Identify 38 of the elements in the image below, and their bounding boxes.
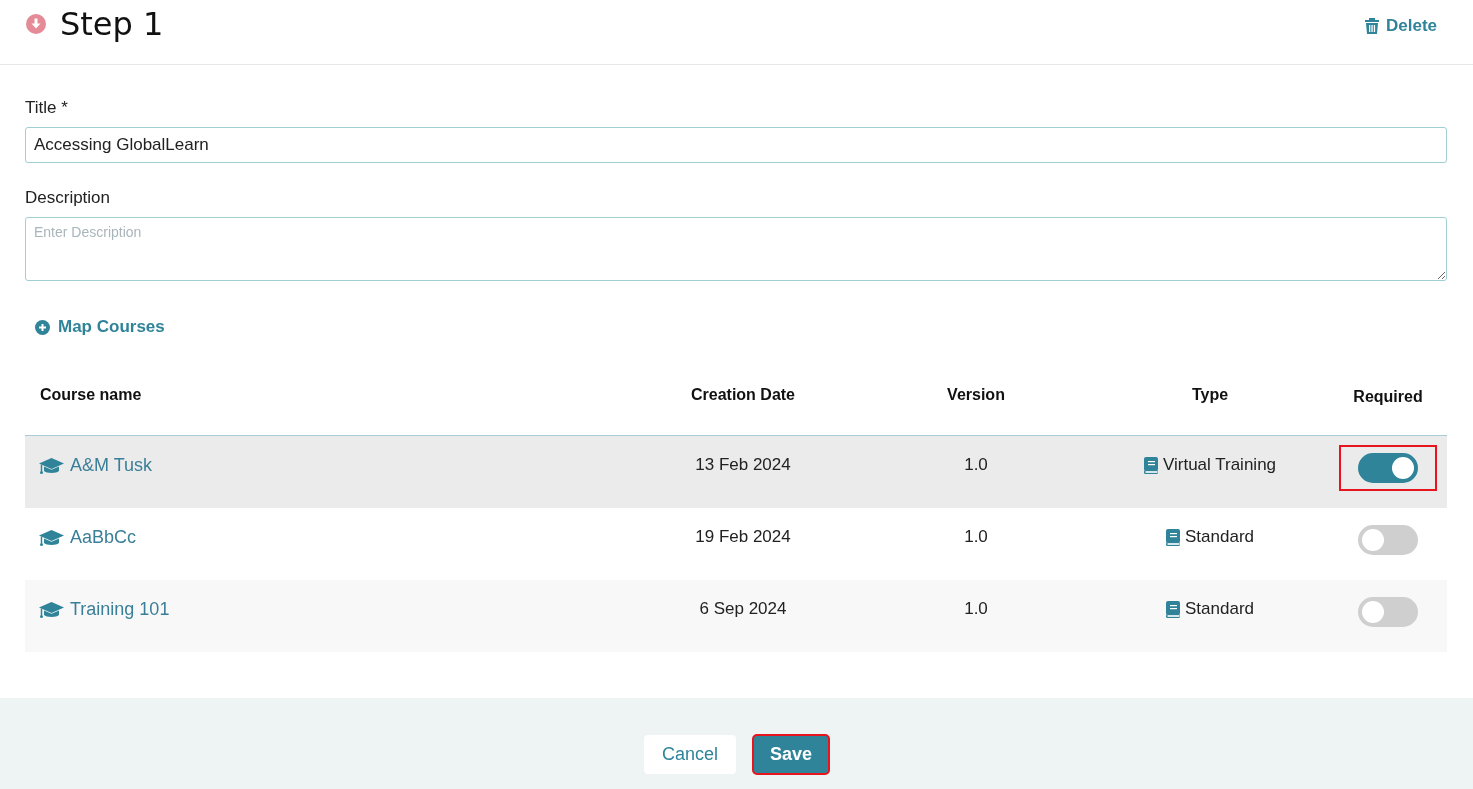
graduation-cap-icon: [39, 528, 64, 547]
collapse-icon: [26, 14, 46, 34]
map-courses-link[interactable]: Map Courses: [35, 317, 165, 337]
graduation-cap-icon: [39, 456, 64, 475]
title-field[interactable]: Accessing GlobalLearn: [25, 127, 1447, 163]
description-field[interactable]: Enter Description: [25, 217, 1447, 281]
book-icon: [1143, 456, 1158, 474]
field-label: Title *: [25, 98, 68, 118]
course-link[interactable]: Training 101: [39, 599, 170, 620]
column-header: Type: [1190, 385, 1230, 404]
table-cell-text: 19 Feb 2024: [694, 526, 792, 547]
required-toggle[interactable]: [1358, 597, 1418, 627]
table-cell-text: 1.0: [963, 598, 989, 619]
table-cell-text: 1.0: [963, 454, 989, 475]
course-link[interactable]: A&M Tusk: [39, 455, 153, 476]
table-cell-text: 1.0: [963, 526, 989, 547]
column-header: Version: [946, 385, 1006, 404]
column-header: Creation Date: [690, 385, 796, 404]
page-title: Step 1: [60, 8, 164, 40]
trash-icon: [1364, 18, 1379, 34]
book-icon: [1166, 600, 1180, 618]
type-label: Standard: [1185, 527, 1254, 547]
cancel-button[interactable]: Cancel: [643, 734, 736, 774]
required-toggle[interactable]: [1358, 525, 1418, 555]
table-cell-text: 6 Sep 2024: [698, 598, 788, 619]
graduation-cap-icon: [39, 600, 64, 619]
type-label: Standard: [1185, 599, 1254, 619]
course-link[interactable]: AaBbCc: [39, 527, 137, 548]
plus-circle-icon: [35, 319, 50, 335]
book-icon: [1166, 528, 1180, 546]
column-header: Required: [1352, 387, 1424, 406]
field-label: Description: [25, 188, 111, 208]
required-toggle[interactable]: [1358, 453, 1418, 483]
delete-button[interactable]: Delete: [1364, 14, 1437, 38]
save-button[interactable]: Save: [753, 734, 830, 774]
table-cell-text: 13 Feb 2024: [694, 454, 792, 475]
column-header: Course name: [39, 385, 143, 404]
type-label: Virtual Training: [1162, 455, 1277, 475]
